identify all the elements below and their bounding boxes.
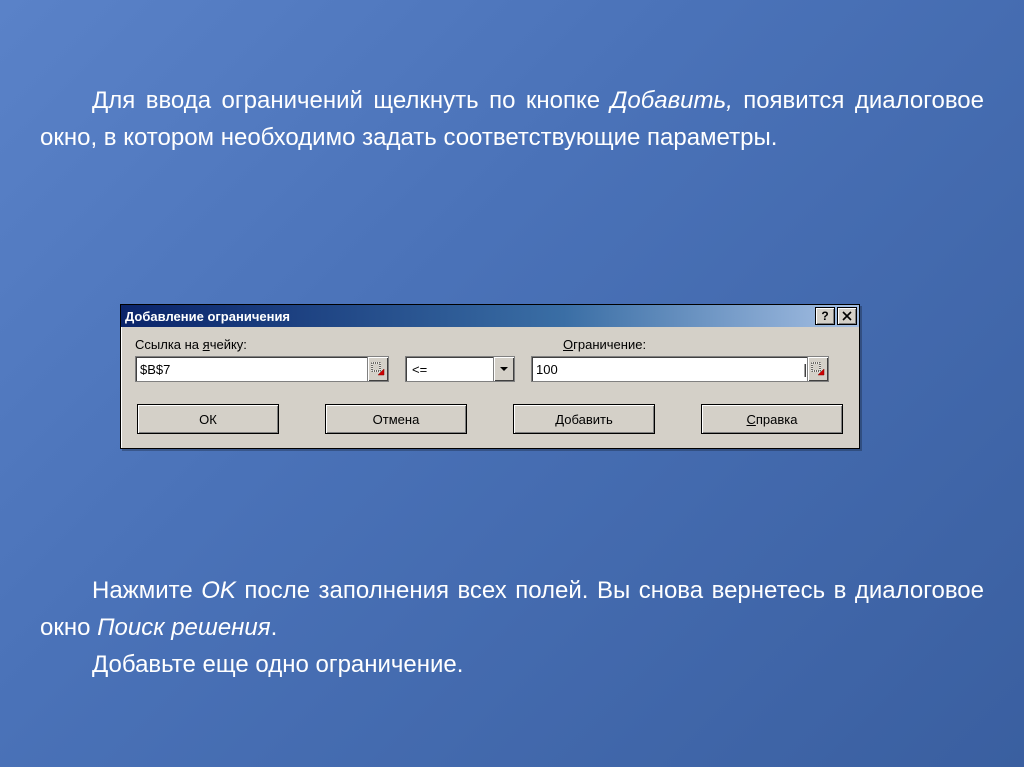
limit-field[interactable]: | — [531, 356, 829, 382]
cell-ref-input[interactable] — [136, 357, 367, 381]
paragraph-top: Для ввода ограничений щелкнуть по кнопке… — [40, 82, 984, 156]
cell-ref-field[interactable] — [135, 356, 389, 382]
chevron-down-icon — [499, 364, 509, 374]
dialog-add-constraint: Добавление ограничения ? Ссылка на ячейк… — [120, 304, 860, 449]
range-picker-icon — [371, 362, 385, 376]
range-picker-button[interactable] — [367, 357, 388, 381]
add-button[interactable]: Добавить — [513, 404, 655, 434]
ok-button[interactable]: ОК — [137, 404, 279, 434]
text-em: Добавить, — [611, 87, 733, 114]
label-cell-ref: Ссылка на ячейку: — [135, 337, 247, 352]
label-limit: Ограничение: — [563, 337, 646, 352]
operator-combo[interactable]: <= — [405, 356, 515, 382]
range-picker-icon — [811, 362, 825, 376]
limit-input[interactable] — [532, 357, 805, 381]
paragraph-bottom: Нажмите OK после заполнения всех полей. … — [40, 572, 984, 684]
dialog-body: Ссылка на ячейку: Ограничение: — [121, 327, 859, 448]
slide: Для ввода ограничений щелкнуть по кнопке… — [0, 0, 1024, 767]
help-icon: ? — [821, 309, 828, 323]
range-picker-button[interactable] — [807, 357, 828, 381]
close-icon — [842, 311, 852, 321]
text: Для ввода ограничений щелкнуть по кнопке — [92, 87, 611, 114]
help-button[interactable]: ? — [815, 307, 835, 325]
operator-value: <= — [406, 357, 493, 381]
titlebar[interactable]: Добавление ограничения ? — [121, 305, 859, 327]
dialog-title: Добавление ограничения — [125, 309, 813, 324]
close-button[interactable] — [837, 307, 857, 325]
help-button[interactable]: Справка — [701, 404, 843, 434]
dropdown-button[interactable] — [493, 357, 514, 381]
cancel-button[interactable]: Отмена — [325, 404, 467, 434]
